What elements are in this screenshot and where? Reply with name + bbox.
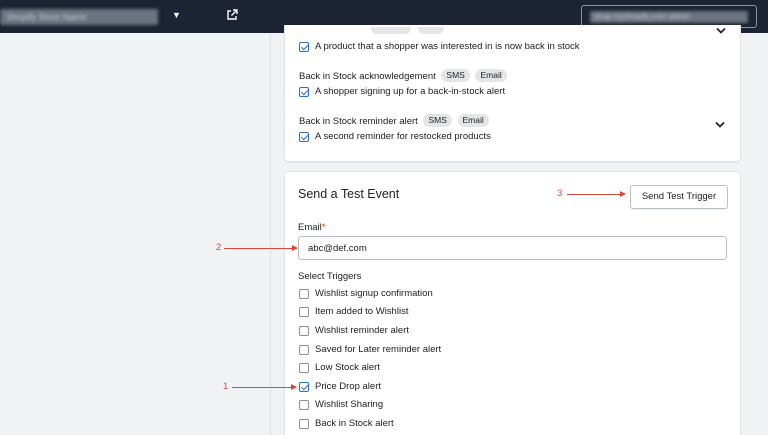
sidebar: [0, 33, 271, 435]
checkbox[interactable]: [299, 41, 309, 52]
annotation-number: 1: [223, 381, 229, 392]
account-label: shop.myshopify.com admin: [590, 11, 748, 23]
checkbox[interactable]: [299, 399, 309, 410]
notification-checkbox-row[interactable]: A shopper signing up for a back-in-stock…: [299, 86, 505, 97]
trigger-checkbox-low-stock[interactable]: Low Stock alert: [299, 362, 380, 373]
annotation-number: 3: [557, 188, 563, 199]
tag-email: Email: [475, 69, 507, 82]
notification-title: Back in Stock acknowledgement SMS Email: [299, 69, 507, 82]
trigger-label: Wishlist Sharing: [315, 399, 384, 410]
annotation-arrow: [567, 191, 626, 197]
trigger-label: Back in Stock alert: [315, 418, 394, 429]
annotation-number: 2: [216, 242, 222, 253]
external-link-icon[interactable]: [226, 9, 238, 21]
trigger-checkbox-wishlist-sharing[interactable]: Wishlist Sharing: [299, 399, 383, 410]
select-triggers-label: Select Triggers: [298, 271, 362, 282]
notification-checkbox-row[interactable]: A second reminder for restocked products: [299, 131, 491, 142]
notification-title: Back in Stock reminder alert SMS Email: [299, 114, 489, 127]
checkbox[interactable]: [299, 381, 309, 392]
chevron-down-icon[interactable]: [715, 121, 725, 129]
trigger-checkbox-saved-for-later[interactable]: Saved for Later reminder alert: [299, 344, 441, 355]
trigger-label: Wishlist signup confirmation: [315, 288, 433, 299]
notification-title-text: Back in Stock acknowledgement: [299, 71, 436, 82]
checkbox[interactable]: [299, 86, 309, 97]
trigger-label: Low Stock alert: [315, 362, 380, 373]
checkbox-label: A second reminder for restocked products: [315, 131, 491, 142]
tag-email: Email: [457, 114, 489, 127]
checkbox-label: A product that a shopper was interested …: [315, 41, 580, 52]
email-label: Email*: [298, 222, 325, 233]
trigger-checkbox-item-added[interactable]: Item added to Wishlist: [299, 306, 408, 317]
checkbox[interactable]: [299, 418, 309, 429]
trigger-checkbox-price-drop[interactable]: Price Drop alert: [299, 381, 381, 392]
required-mark: *: [321, 222, 326, 233]
send-test-trigger-button[interactable]: Send Test Trigger: [630, 185, 728, 209]
trigger-label: Item added to Wishlist: [315, 306, 409, 317]
trigger-label: Wishlist reminder alert: [315, 325, 409, 336]
email-field[interactable]: [298, 236, 727, 260]
checkbox-label: A shopper signing up for a back-in-stock…: [315, 86, 506, 97]
tag-chip: [418, 27, 444, 34]
trigger-label: Price Drop alert: [315, 381, 381, 392]
trigger-checkbox-back-in-stock[interactable]: Back in Stock alert: [299, 418, 394, 429]
trigger-checkbox-wishlist-reminder[interactable]: Wishlist reminder alert: [299, 325, 409, 336]
trigger-label: Saved for Later reminder alert: [315, 344, 442, 355]
annotation-arrow: [232, 384, 297, 390]
notification-checkbox-row[interactable]: A product that a shopper was interested …: [299, 41, 580, 52]
annotation-arrow: [224, 245, 298, 251]
caret-down-icon[interactable]: ▼: [172, 10, 181, 20]
section-title: Send a Test Event: [298, 187, 400, 201]
checkbox[interactable]: [299, 362, 309, 373]
tag-sms: SMS: [441, 69, 470, 82]
test-event-card: [284, 171, 741, 435]
store-selector[interactable]: Shopify Store Name: [0, 9, 158, 25]
checkbox[interactable]: [299, 344, 309, 355]
checkbox[interactable]: [299, 325, 309, 336]
tag-sms: SMS: [423, 114, 452, 127]
checkbox[interactable]: [299, 306, 309, 317]
tag-chip: [371, 27, 411, 34]
checkbox[interactable]: [299, 288, 309, 299]
trigger-checkbox-wishlist-signup[interactable]: Wishlist signup confirmation: [299, 288, 433, 299]
email-label-text: Email: [298, 222, 322, 233]
checkbox[interactable]: [299, 131, 309, 142]
chevron-down-icon[interactable]: [716, 27, 726, 35]
notification-title-text: Back in Stock reminder alert: [299, 116, 418, 127]
